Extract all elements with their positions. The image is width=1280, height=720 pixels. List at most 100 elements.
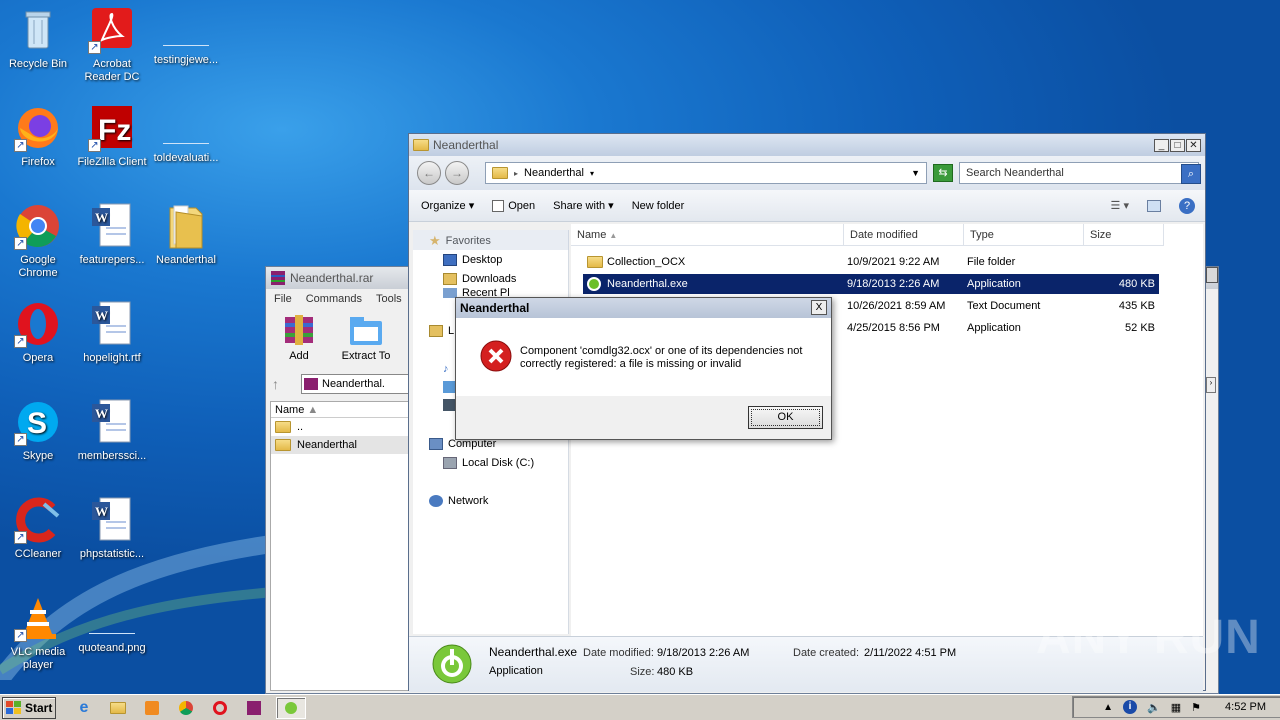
winrar-menu-file[interactable]: File	[274, 293, 292, 305]
network-icon	[429, 495, 443, 507]
taskbar-media-player-icon[interactable]	[140, 697, 164, 719]
flag-icon[interactable]: ⚑	[1191, 701, 1201, 714]
folder-icon	[492, 167, 508, 179]
winrar-toolbar: Add Extract To	[272, 313, 408, 371]
shortcut-arrow-icon: ↗	[14, 531, 27, 544]
search-input[interactable]: Search Neanderthal	[959, 162, 1199, 184]
nav-libraries[interactable]: L	[429, 322, 454, 340]
refresh-icon[interactable]: ⇆	[933, 164, 953, 182]
desktop-icon-memberssci[interactable]: W memberssci...	[74, 398, 150, 463]
error-icon	[480, 340, 512, 372]
column-date-modified[interactable]: Date modified	[844, 224, 964, 246]
desktop-icon-neanderthal-folder[interactable]: Neanderthal	[148, 202, 224, 267]
svg-text:W: W	[95, 406, 108, 421]
winrar-close-button[interactable]	[1206, 267, 1218, 283]
desktop-icon-quoteand[interactable]: quoteand.png	[74, 594, 150, 655]
winrar-extract-to-button[interactable]: Extract To	[336, 313, 396, 371]
column-size[interactable]: Size	[1084, 224, 1164, 246]
organize-button[interactable]: Organize ▾	[421, 199, 474, 212]
desktop-icon-hopelight[interactable]: W hopelight.rtf	[74, 300, 150, 365]
dialog-body: Component 'comdlg32.ocx' or one of its d…	[456, 318, 831, 396]
file-row-neanderthal-exe[interactable]: Neanderthal.exe 9/18/2013 2:26 AM Applic…	[583, 274, 1159, 294]
opera-icon: ↗	[14, 300, 62, 348]
open-button[interactable]: Open	[492, 199, 535, 212]
column-type[interactable]: Type	[964, 224, 1084, 246]
winrar-title: Neanderthal.rar	[290, 271, 374, 285]
libraries-icon	[429, 325, 443, 337]
explorer-titlebar[interactable]: Neanderthal _ □ ✕	[409, 134, 1205, 156]
ok-button[interactable]: OK	[748, 406, 823, 429]
column-name[interactable]: Name ▲	[571, 224, 844, 246]
maximize-button[interactable]: □	[1170, 138, 1185, 152]
up-arrow-icon[interactable]: ↑	[272, 376, 279, 392]
desktop-icon-opera[interactable]: ↗ Opera	[0, 300, 76, 365]
address-dropdown-icon[interactable]: ▼	[911, 168, 920, 178]
desktop-icon-firefox[interactable]: ↗ Firefox	[0, 104, 76, 169]
word-doc-icon: W	[88, 300, 136, 348]
taskbar-chrome-icon[interactable]	[174, 697, 198, 719]
view-options-icon[interactable]: ☰ ▾	[1111, 199, 1129, 212]
nav-local-disk[interactable]: Local Disk (C:)	[443, 454, 534, 472]
info-icon[interactable]: i	[1123, 700, 1138, 714]
desktop-icon-filezilla[interactable]: Fz ↗ FileZilla Client	[74, 104, 150, 169]
breadcrumb[interactable]: Neanderthal	[524, 167, 584, 179]
desktop-icon-featurepers[interactable]: W featurepers...	[74, 202, 150, 267]
volume-icon[interactable]: 🔈	[1147, 701, 1161, 714]
winrar-item-parent[interactable]: ..	[271, 418, 409, 436]
nav-desktop[interactable]: Desktop	[443, 251, 502, 269]
taskbar-ie-icon[interactable]: e	[72, 697, 96, 719]
start-button[interactable]: Start	[2, 696, 56, 719]
desktop-icon-acrobat[interactable]: ↗ Acrobat Reader DC	[74, 6, 150, 84]
minimize-button[interactable]: _	[1154, 138, 1169, 152]
close-button[interactable]: ✕	[1186, 138, 1201, 152]
breadcrumb-chevron-icon[interactable]: ▸	[514, 169, 518, 178]
address-bar[interactable]: ▸ Neanderthal ▾ ▼	[485, 162, 927, 184]
recycle-bin-icon	[14, 6, 62, 54]
preview-pane-icon[interactable]	[1147, 199, 1161, 212]
winrar-scroll-arrow[interactable]: ›	[1206, 377, 1216, 393]
winrar-path-field[interactable]: Neanderthal.	[301, 374, 412, 394]
shortcut-arrow-icon: ↗	[88, 41, 101, 54]
desktop-icon-recycle-bin[interactable]: Recycle Bin	[0, 6, 76, 71]
desktop-icon-toldevaluati[interactable]: toldevaluati...	[148, 104, 224, 165]
network-tray-icon[interactable]: ▦	[1171, 701, 1181, 714]
tray-expand-icon[interactable]: ▲	[1103, 702, 1113, 713]
open-icon	[492, 199, 505, 212]
help-icon[interactable]: ?	[1179, 197, 1195, 214]
file-row-collection-ocx[interactable]: Collection_OCX 10/9/2021 9:22 AM File fo…	[583, 252, 1159, 272]
desktop-icon-ccleaner[interactable]: ↗ CCleaner	[0, 496, 76, 561]
winrar-menu-tools[interactable]: Tools	[376, 293, 402, 305]
desktop-icon	[443, 254, 457, 266]
desktop-icon-vlc[interactable]: ↗ VLC media player	[0, 594, 76, 672]
taskbar-opera-icon[interactable]	[208, 697, 232, 719]
vlc-icon: ↗	[14, 594, 62, 642]
shortcut-arrow-icon: ↗	[88, 139, 101, 152]
dialog-close-button[interactable]: X	[811, 300, 827, 315]
taskbar-neanderthal-app[interactable]	[276, 696, 306, 719]
winrar-col-name[interactable]: Name ▲	[271, 402, 409, 418]
desktop-icon-phpstatistic[interactable]: W phpstatistic...	[74, 496, 150, 561]
share-with-button[interactable]: Share with ▾	[553, 199, 614, 212]
desktop-icon-skype[interactable]: S ↗ Skype	[0, 398, 76, 463]
winrar-icon	[271, 271, 285, 285]
nav-network[interactable]: Network	[429, 492, 488, 510]
winrar-item-neanderthal[interactable]: Neanderthal	[271, 436, 409, 454]
chevron-down-icon[interactable]: ▾	[590, 169, 594, 178]
winrar-menu-commands[interactable]: Commands	[306, 293, 362, 305]
error-dialog[interactable]: Neanderthal X Component 'comdlg32.ocx' o…	[455, 297, 832, 440]
nav-downloads[interactable]: Downloads	[443, 270, 516, 288]
forward-button[interactable]: →	[445, 161, 469, 185]
search-icon[interactable]: ⌕	[1181, 164, 1201, 184]
clock[interactable]: 4:52 PM	[1225, 701, 1266, 713]
dialog-titlebar[interactable]: Neanderthal X	[456, 298, 831, 318]
svg-text:S: S	[27, 407, 47, 440]
taskbar-explorer-icon[interactable]	[106, 697, 130, 719]
nav-music[interactable]: ♪	[443, 360, 449, 378]
taskbar-winrar-icon[interactable]	[242, 697, 266, 719]
desktop-icon-chrome[interactable]: ↗ Google Chrome	[0, 202, 76, 280]
desktop-icon-testingjewe[interactable]: testingjewe...	[148, 6, 224, 67]
back-button[interactable]: ←	[417, 161, 441, 185]
shortcut-arrow-icon: ↗	[14, 139, 27, 152]
new-folder-button[interactable]: New folder	[632, 200, 685, 212]
winrar-add-button[interactable]: Add	[272, 313, 326, 371]
